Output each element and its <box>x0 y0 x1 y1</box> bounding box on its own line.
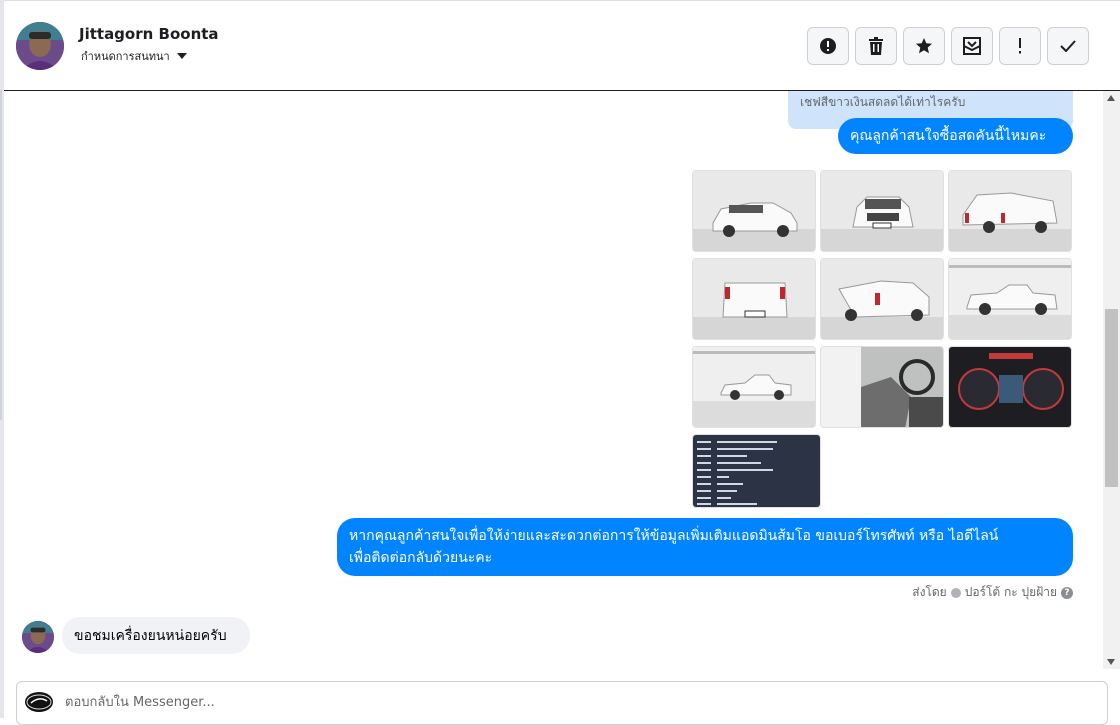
contact-name[interactable]: Jittagorn Boonta <box>79 25 219 43</box>
photo-car-front[interactable] <box>820 170 944 252</box>
message-line: เพื่อติดต่อกลับด้วยนะคะ <box>349 550 493 566</box>
star-button[interactable] <box>903 27 945 65</box>
sent-by-label: ส่งโดย <box>912 585 947 599</box>
car-photo <box>693 171 815 251</box>
mark-done-button[interactable] <box>1047 27 1089 65</box>
contact-avatar[interactable] <box>16 22 64 70</box>
car-photo <box>821 347 943 427</box>
outgoing-message[interactable]: คุณลูกค้าสนใจซื้อสดคันนี้ไหมคะ <box>838 118 1073 154</box>
reply-composer <box>16 681 1108 725</box>
sent-by-info: ส่งโดย ปอร์โต้ กะ ปุยฝ้าย ? <box>862 583 1073 602</box>
delete-button[interactable] <box>855 27 897 65</box>
mark-unread-button[interactable] <box>951 27 993 65</box>
car-photo <box>949 171 1071 251</box>
conversation-settings-label: กำหนดการสนทนา <box>81 50 170 63</box>
conversation-header: Jittagorn Boonta กำหนดการสนทนา <box>4 0 1120 91</box>
scroll-thumb[interactable] <box>1105 309 1118 487</box>
car-photo <box>949 259 1071 339</box>
caret-down-icon <box>176 53 187 59</box>
logo-mark <box>26 694 52 710</box>
car-photo <box>821 259 943 339</box>
avatar-photo <box>16 22 64 70</box>
incoming-message[interactable]: ขอชมเครื่องยนหน่อยครับ <box>62 617 250 654</box>
message-line: หากคุณลูกค้าสนใจเพื่อให้ง่ายและสะดวกต่อก… <box>349 528 999 544</box>
trash-icon <box>869 37 883 55</box>
reply-input[interactable] <box>65 690 1085 714</box>
photo-car-front-left[interactable] <box>692 170 816 252</box>
photo-car-rear-right[interactable] <box>948 170 1072 252</box>
spec-sheet-image <box>693 435 820 507</box>
report-spam-button[interactable] <box>807 27 849 65</box>
page-logo-icon <box>25 692 53 712</box>
thread-scrollbar[interactable] <box>1103 91 1120 669</box>
car-photo <box>821 171 943 251</box>
car-photo <box>693 259 815 339</box>
help-icon[interactable]: ? <box>1061 586 1073 599</box>
alert-circle-icon <box>820 38 836 54</box>
left-panel-shade <box>0 90 2 420</box>
envelope-icon <box>963 37 981 55</box>
mark-important-button[interactable] <box>999 27 1041 65</box>
photo-car-side-far[interactable] <box>692 346 816 428</box>
contact-avatar-small[interactable] <box>22 621 54 653</box>
message-thread[interactable]: เชฟสีขาวเงินสดลดได้เท่าไรครับ คุณลูกค้าส… <box>4 91 1103 669</box>
car-photo <box>693 347 815 427</box>
photo-car-rear-left[interactable] <box>820 258 944 340</box>
star-icon <box>916 38 932 54</box>
sent-by-name: ปอร์โต้ กะ ปุยฝ้าย <box>964 585 1057 599</box>
photo-car-rear[interactable] <box>692 258 816 340</box>
car-photo <box>949 347 1071 427</box>
verified-icon <box>950 587 961 598</box>
outgoing-message[interactable]: หากคุณลูกค้าสนใจเพื่อให้ง่ายและสะดวกต่อก… <box>337 518 1073 576</box>
header-toolbar <box>807 27 1089 65</box>
conversation-settings-dropdown[interactable]: กำหนดการสนทนา <box>81 47 187 65</box>
photo-car-gauge-cluster[interactable] <box>948 346 1072 428</box>
photo-car-interior[interactable] <box>820 346 944 428</box>
scroll-down-arrow-icon[interactable] <box>1107 659 1115 665</box>
photo-car-side[interactable] <box>948 258 1072 340</box>
photo-car-spec-sheet[interactable] <box>692 434 821 508</box>
exclamation-icon <box>1019 38 1021 54</box>
check-icon <box>1060 40 1076 52</box>
scroll-up-arrow-icon[interactable] <box>1107 95 1115 101</box>
avatar-photo <box>22 621 54 653</box>
messenger-conversation-window: Jittagorn Boonta กำหนดการสนทนา เชฟสีขาวเ… <box>0 0 1120 725</box>
